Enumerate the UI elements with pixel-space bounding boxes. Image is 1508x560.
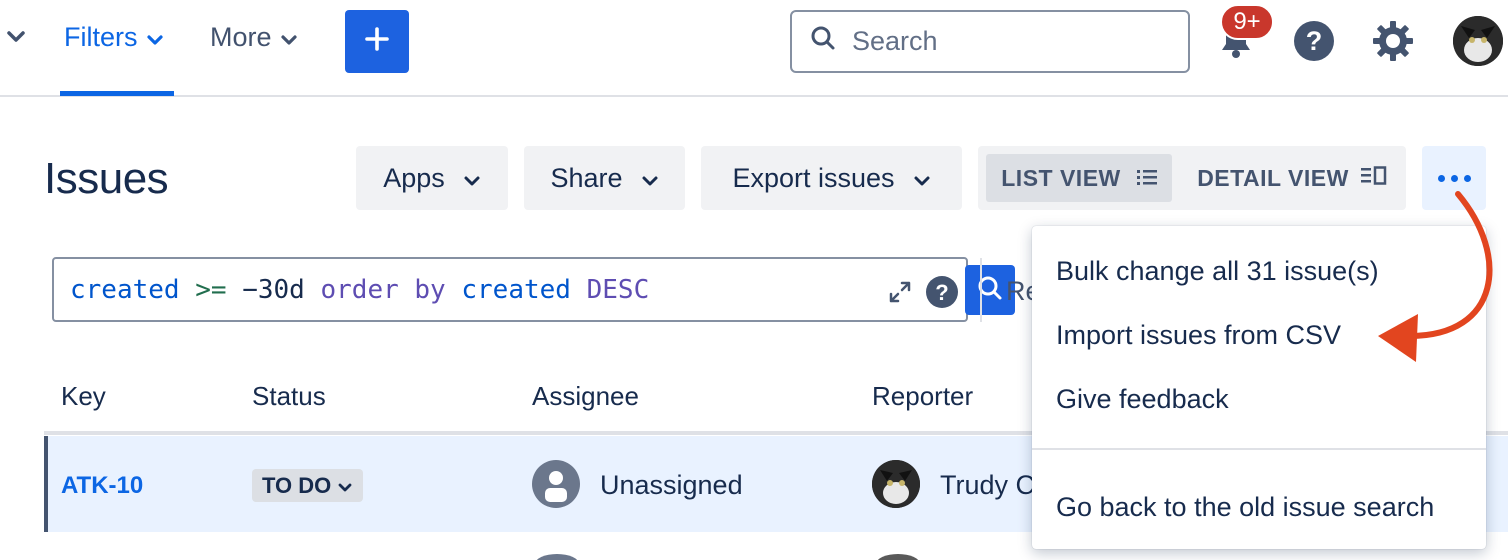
unassigned-avatar-icon (532, 460, 580, 508)
jql-field: created (70, 275, 180, 305)
jql-query[interactable]: created >= −30d order by created DESC (70, 275, 649, 305)
view-toggle: LIST VIEW DETAIL VIEW (978, 146, 1406, 210)
chevron-down-icon (280, 22, 298, 53)
export-issues-label: Export issues (732, 162, 895, 193)
list-view-label: LIST VIEW (1001, 164, 1121, 191)
notifications-badge: 9+ (1220, 4, 1274, 40)
chevron-down-icon (337, 473, 353, 499)
avatar (535, 554, 579, 560)
page-title: Issues (44, 154, 169, 203)
list-view-button[interactable]: LIST VIEW (986, 154, 1172, 202)
menu-item-import-csv[interactable]: Import issues from CSV (1056, 320, 1341, 351)
jql-value: −30d (242, 275, 305, 305)
jql-order-by: order by (320, 275, 446, 305)
help-icon[interactable]: ? (1293, 20, 1335, 67)
nav-filters[interactable]: Filters (64, 22, 164, 53)
more-actions-menu: Bulk change all 31 issue(s) Import issue… (1032, 226, 1486, 549)
issue-key-link[interactable]: ATK-10 (61, 472, 143, 500)
apps-button[interactable]: Apps (356, 146, 508, 210)
profile-avatar[interactable] (1453, 16, 1503, 66)
list-icon (1136, 165, 1157, 192)
jql-direction: DESC (586, 275, 650, 305)
apps-button-label: Apps (383, 162, 445, 193)
active-tab-indicator (60, 91, 174, 96)
share-button[interactable]: Share (524, 146, 685, 210)
menu-item-old-search[interactable]: Go back to the old issue search (1056, 492, 1434, 523)
chevron-down-icon (641, 163, 659, 194)
more-dots-icon-dot (1463, 174, 1471, 182)
nav-filters-label: Filters (64, 22, 138, 52)
assignee-name[interactable]: Unassigned (600, 470, 743, 501)
chevron-down-icon[interactable] (6, 30, 26, 49)
detail-view-label: DETAIL VIEW (1197, 164, 1349, 191)
search-placeholder: Search (852, 26, 938, 56)
column-header-assignee[interactable]: Assignee (532, 381, 639, 412)
plus-icon (364, 26, 390, 57)
more-dots-icon-dot (1450, 174, 1458, 182)
menu-item-bulk-change[interactable]: Bulk change all 31 issue(s) (1056, 256, 1379, 287)
nav-more[interactable]: More (210, 22, 298, 53)
detail-view-icon (1360, 165, 1387, 192)
column-header-reporter[interactable]: Reporter (872, 381, 973, 412)
share-button-label: Share (550, 162, 623, 193)
more-dots-icon (1437, 174, 1445, 182)
svg-text:?: ? (935, 280, 948, 305)
help-icon[interactable]: ? (925, 275, 959, 314)
search-icon (810, 25, 836, 58)
column-header-status[interactable]: Status (252, 381, 326, 412)
jql-order-field: created (461, 275, 571, 305)
expand-icon[interactable] (887, 279, 913, 310)
jql-editor[interactable]: created >= −30d order by created DESC ? (52, 257, 1015, 322)
reporter-avatar (872, 460, 920, 508)
chevron-down-icon (913, 163, 931, 194)
column-header-key[interactable]: Key (61, 381, 106, 412)
create-button[interactable] (345, 10, 409, 73)
nav-more-label: More (210, 22, 272, 52)
export-issues-button[interactable]: Export issues (701, 146, 962, 210)
svg-text:?: ? (1306, 26, 1323, 56)
status-lozenge[interactable]: TO DO (252, 469, 364, 502)
status-label: TO DO (262, 472, 332, 498)
more-actions-button[interactable] (1422, 146, 1486, 210)
chevron-down-icon (463, 163, 481, 194)
menu-divider (1032, 448, 1486, 450)
jql-operator: >= (195, 275, 227, 305)
avatar (876, 554, 920, 560)
detail-view-button[interactable]: DETAIL VIEW (1192, 154, 1392, 202)
top-navigation: Filters More Search 9+ ? (0, 0, 1508, 97)
menu-item-give-feedback[interactable]: Give feedback (1056, 384, 1229, 415)
gear-icon[interactable] (1372, 20, 1414, 67)
reporter-name[interactable]: Trudy C (940, 470, 1035, 501)
search-input[interactable]: Search (790, 10, 1190, 73)
chevron-down-icon (146, 22, 164, 53)
divider (980, 258, 982, 322)
